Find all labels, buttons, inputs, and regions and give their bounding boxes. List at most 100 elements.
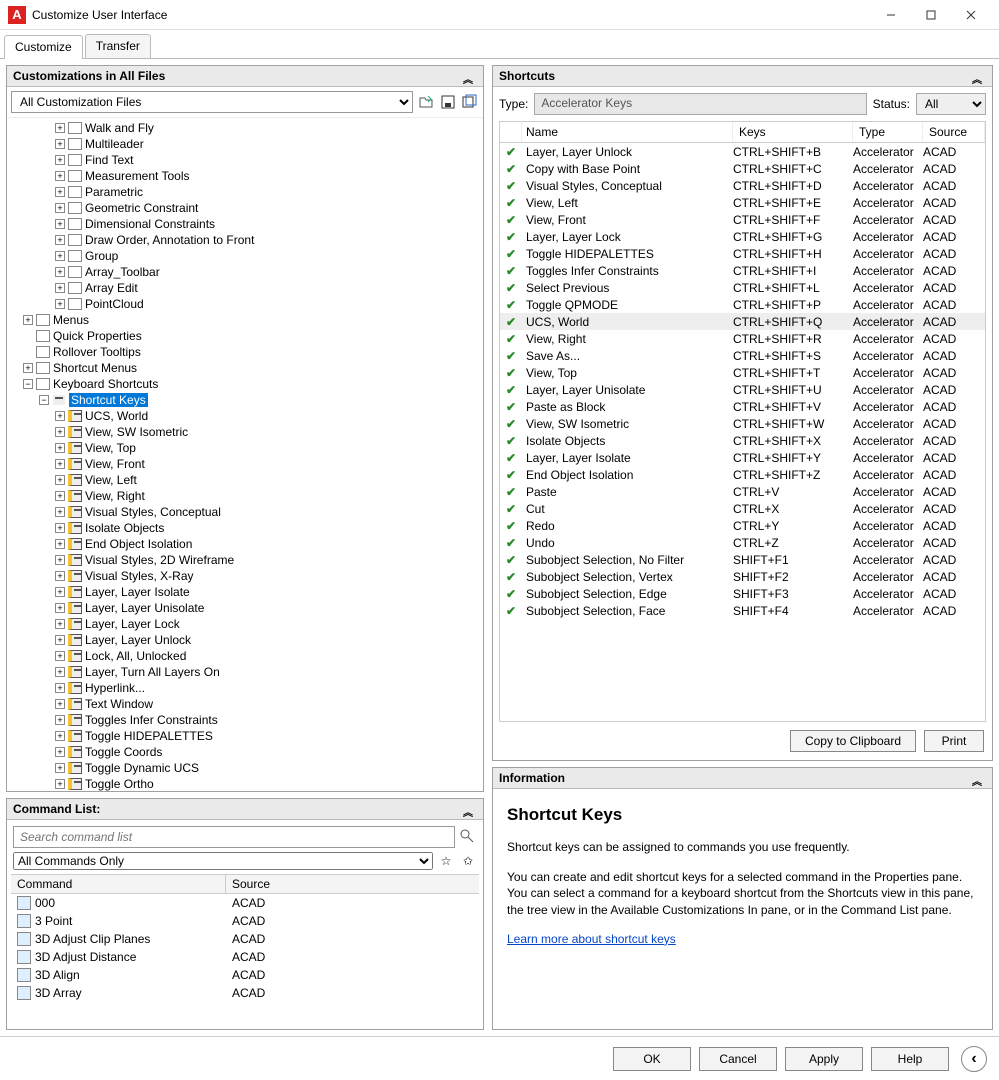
expander-icon[interactable]: + xyxy=(55,587,65,597)
collapse-dialog-button[interactable] xyxy=(961,1046,987,1072)
expander-icon[interactable]: + xyxy=(55,443,65,453)
tree-item[interactable]: +Multileader xyxy=(7,136,483,152)
shortcut-row[interactable]: UndoCTRL+ZAcceleratorACAD xyxy=(500,534,985,551)
tree-item[interactable]: +Walk and Fly xyxy=(7,120,483,136)
tree-item[interactable]: +End Object Isolation xyxy=(7,536,483,552)
shortcut-row[interactable]: Layer, Layer UnisolateCTRL+SHIFT+UAccele… xyxy=(500,381,985,398)
tree-item[interactable]: +Shortcut Menus xyxy=(7,360,483,376)
collapse-icon[interactable] xyxy=(972,71,986,81)
tree-item[interactable]: +Visual Styles, X-Ray xyxy=(7,568,483,584)
expander-icon[interactable]: − xyxy=(39,395,49,405)
shortcut-row[interactable]: Paste as BlockCTRL+SHIFT+VAcceleratorACA… xyxy=(500,398,985,415)
expander-icon[interactable]: + xyxy=(55,171,65,181)
tree-item[interactable]: +Layer, Layer Unlock xyxy=(7,632,483,648)
type-select[interactable]: Accelerator Keys xyxy=(534,93,866,115)
shortcut-row[interactable]: View, LeftCTRL+SHIFT+EAcceleratorACAD xyxy=(500,194,985,211)
shortcut-row[interactable]: Layer, Layer IsolateCTRL+SHIFT+YAccelera… xyxy=(500,449,985,466)
expander-icon[interactable]: + xyxy=(55,491,65,501)
tree-item[interactable]: +View, Right xyxy=(7,488,483,504)
tree-item[interactable]: +Array_Toolbar xyxy=(7,264,483,280)
tree-item[interactable]: +Measurement Tools xyxy=(7,168,483,184)
shortcut-row[interactable]: Subobject Selection, EdgeSHIFT+F3Acceler… xyxy=(500,585,985,602)
expander-icon[interactable]: + xyxy=(55,555,65,565)
command-row[interactable]: 3 PointACAD xyxy=(11,912,479,930)
tree-item[interactable]: +View, Left xyxy=(7,472,483,488)
expander-icon[interactable]: + xyxy=(55,155,65,165)
command-list-header[interactable]: Command List: xyxy=(7,799,483,820)
tree-item[interactable]: +Layer, Layer Isolate xyxy=(7,584,483,600)
tree-item[interactable]: +Find Text xyxy=(7,152,483,168)
expander-icon[interactable]: − xyxy=(23,379,33,389)
customization-files-select[interactable]: All Customization Files xyxy=(11,91,413,113)
tab-transfer[interactable]: Transfer xyxy=(85,34,151,58)
col-type[interactable]: Type xyxy=(853,122,923,142)
search-icon[interactable] xyxy=(459,828,477,846)
col-source[interactable]: Source xyxy=(226,875,479,893)
expander-icon[interactable]: + xyxy=(55,267,65,277)
information-panel-header[interactable]: Information xyxy=(493,768,992,789)
shortcut-row[interactable]: Copy with Base PointCTRL+SHIFT+CAccelera… xyxy=(500,160,985,177)
collapse-icon[interactable] xyxy=(463,71,477,81)
expander-icon[interactable]: + xyxy=(55,763,65,773)
shortcut-row[interactable]: RedoCTRL+YAcceleratorACAD xyxy=(500,517,985,534)
expander-icon[interactable]: + xyxy=(55,283,65,293)
print-button[interactable]: Print xyxy=(924,730,984,752)
search-input[interactable] xyxy=(13,826,455,848)
shortcut-row[interactable]: Select PreviousCTRL+SHIFT+LAcceleratorAC… xyxy=(500,279,985,296)
shortcut-row[interactable]: CutCTRL+XAcceleratorACAD xyxy=(500,500,985,517)
expander-icon[interactable]: + xyxy=(55,475,65,485)
save-icon[interactable] xyxy=(439,93,457,111)
command-row[interactable]: 3D Adjust Clip PlanesACAD xyxy=(11,930,479,948)
shortcut-row[interactable]: View, SW IsometricCTRL+SHIFT+WAccelerato… xyxy=(500,415,985,432)
tree-item[interactable]: +Parametric xyxy=(7,184,483,200)
expander-icon[interactable]: + xyxy=(55,747,65,757)
expander-icon[interactable]: + xyxy=(55,539,65,549)
customizations-panel-header[interactable]: Customizations in All Files xyxy=(7,66,483,87)
star-add-icon[interactable]: ✩ xyxy=(459,852,477,870)
shortcut-row[interactable]: Subobject Selection, VertexSHIFT+F2Accel… xyxy=(500,568,985,585)
shortcut-row[interactable]: End Object IsolationCTRL+SHIFT+ZAccelera… xyxy=(500,466,985,483)
col-command[interactable]: Command xyxy=(11,875,226,893)
tree-item[interactable]: +Text Window xyxy=(7,696,483,712)
shortcut-row[interactable]: Subobject Selection, No FilterSHIFT+F1Ac… xyxy=(500,551,985,568)
tree-item[interactable]: +Lock, All, Unlocked xyxy=(7,648,483,664)
ok-button[interactable]: OK xyxy=(613,1047,691,1071)
col-source[interactable]: Source xyxy=(923,122,985,142)
shortcut-row[interactable]: Visual Styles, ConceptualCTRL+SHIFT+DAcc… xyxy=(500,177,985,194)
shortcuts-rows[interactable]: Layer, Layer UnlockCTRL+SHIFT+BAccelerat… xyxy=(500,143,985,721)
expander-icon[interactable]: + xyxy=(55,667,65,677)
shortcut-row[interactable]: View, TopCTRL+SHIFT+TAcceleratorACAD xyxy=(500,364,985,381)
command-filter-select[interactable]: All Commands Only xyxy=(13,852,433,870)
tree-item[interactable]: +PointCloud xyxy=(7,296,483,312)
tree-item[interactable]: +View, Top xyxy=(7,440,483,456)
expander-icon[interactable]: + xyxy=(55,235,65,245)
tree-item[interactable]: +Visual Styles, 2D Wireframe xyxy=(7,552,483,568)
tree-item[interactable]: +Geometric Constraint xyxy=(7,200,483,216)
shortcut-row[interactable]: UCS, WorldCTRL+SHIFT+QAcceleratorACAD xyxy=(500,313,985,330)
tree-item[interactable]: +Layer, Layer Unisolate xyxy=(7,600,483,616)
tree-item[interactable]: +Toggles Infer Constraints xyxy=(7,712,483,728)
tree-item[interactable]: +Toggle Dynamic UCS xyxy=(7,760,483,776)
expander-icon[interactable]: + xyxy=(55,651,65,661)
collapse-icon[interactable] xyxy=(463,804,477,814)
expander-icon[interactable]: + xyxy=(55,459,65,469)
tree-item[interactable]: +Isolate Objects xyxy=(7,520,483,536)
expander-icon[interactable]: + xyxy=(55,427,65,437)
shortcut-row[interactable]: Layer, Layer LockCTRL+SHIFT+GAccelerator… xyxy=(500,228,985,245)
expander-icon[interactable]: + xyxy=(55,699,65,709)
expander-icon[interactable]: + xyxy=(55,219,65,229)
save-all-icon[interactable] xyxy=(461,93,479,111)
cancel-button[interactable]: Cancel xyxy=(699,1047,777,1071)
shortcut-row[interactable]: PasteCTRL+VAcceleratorACAD xyxy=(500,483,985,500)
expander-icon[interactable]: + xyxy=(55,507,65,517)
tree-item[interactable]: +Toggle HIDEPALETTES xyxy=(7,728,483,744)
shortcut-row[interactable]: Isolate ObjectsCTRL+SHIFT+XAcceleratorAC… xyxy=(500,432,985,449)
tree-item[interactable]: +Dimensional Constraints xyxy=(7,216,483,232)
close-button[interactable] xyxy=(951,1,991,29)
customization-tree[interactable]: +Walk and Fly+Multileader+Find Text+Meas… xyxy=(7,118,483,791)
star-icon[interactable]: ☆ xyxy=(437,852,455,870)
tree-item[interactable]: +Array Edit xyxy=(7,280,483,296)
col-name[interactable]: Name xyxy=(522,122,733,142)
tree-item[interactable]: +Layer, Turn All Layers On xyxy=(7,664,483,680)
expander-icon[interactable]: + xyxy=(55,603,65,613)
